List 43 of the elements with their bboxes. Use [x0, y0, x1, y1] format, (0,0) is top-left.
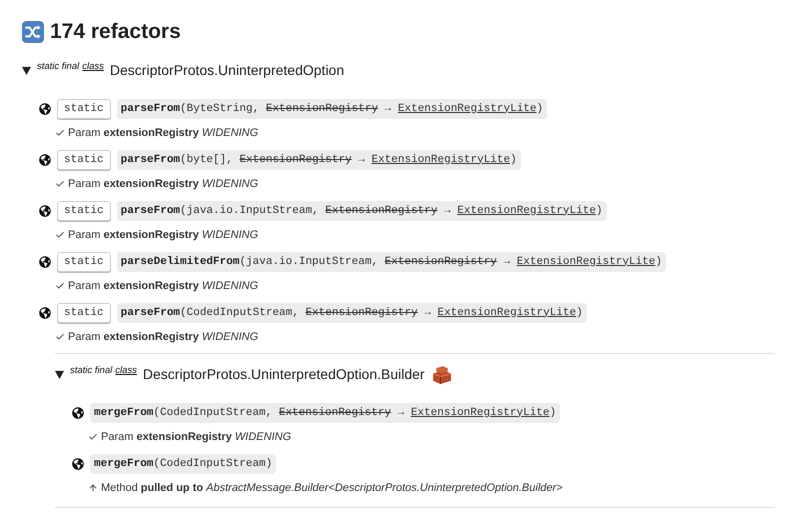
globe-icon — [39, 102, 51, 115]
check-icon — [55, 332, 65, 342]
globe-icon — [39, 256, 51, 268]
method-signature: parseDelimitedFrom(java.io.InputStream, ExtensionRegistry → ExtensionRegistryLite) — [116, 252, 666, 272]
change-note: Param extensionRegistry WIDENING — [68, 330, 258, 345]
change-note: Param extensionRegistry WIDENING — [101, 430, 292, 445]
class-name: DescriptorProtos.UninterpretedOption.Builder — [142, 364, 425, 384]
page-title: 174 refactors — [50, 19, 181, 45]
check-icon — [55, 128, 65, 138]
class-modifiers: static final — [37, 60, 80, 74]
globe-icon — [39, 154, 51, 166]
disclosure-triangle-icon[interactable] — [22, 66, 31, 74]
static-tag: static — [57, 302, 111, 323]
disclosure-triangle-icon[interactable] — [55, 370, 64, 378]
globe-icon — [72, 406, 84, 419]
static-tag: static — [57, 98, 111, 119]
check-icon — [88, 432, 98, 442]
class-keyword-link[interactable]: class — [115, 364, 137, 378]
method-signature: parseFrom(ByteString, ExtensionRegistry → ExtensionRegistryLite) — [116, 98, 548, 119]
class-keyword-link[interactable]: class — [82, 60, 104, 74]
up-arrow-icon — [88, 483, 98, 494]
change-note: Param extensionRegistry WIDENING — [68, 177, 258, 192]
static-tag: static — [57, 150, 111, 170]
change-note: Param extensionRegistry WIDENING — [68, 279, 258, 294]
check-icon — [55, 179, 65, 190]
shuffle-icon — [22, 20, 44, 43]
method-signature: parseFrom(CodedInputStream, ExtensionRegistry → ExtensionRegistryLite) — [116, 302, 587, 323]
method-signature: parseFrom(java.io.InputStream, ExtensionRegistry → ExtensionRegistryLite) — [116, 200, 607, 221]
globe-icon — [39, 204, 51, 217]
check-icon — [55, 281, 65, 292]
globe-icon — [72, 458, 84, 470]
static-tag: static — [57, 252, 111, 272]
change-note: Method pulled up to AbstractMessage.Builder<DescriptorProtos.UninterpretedOption.Builder> — [101, 481, 563, 496]
check-icon — [55, 230, 65, 240]
method-signature: parseFrom(byte[], ExtensionRegistry → ExtensionRegistryLite) — [116, 150, 521, 170]
class-modifiers: static final — [70, 364, 112, 378]
static-tag: static — [57, 200, 111, 221]
method-signature: mergeFrom(CodedInputStream) — [90, 454, 276, 474]
change-note: Param extensionRegistry WIDENING — [68, 126, 258, 141]
class-name: DescriptorProtos.UninterpretedOption — [110, 60, 344, 80]
globe-icon — [39, 306, 51, 319]
change-note: Param extensionRegistry WIDENING — [68, 228, 258, 243]
method-signature: mergeFrom(CodedInputStream, ExtensionRegistry → ExtensionRegistryLite) — [90, 402, 560, 423]
